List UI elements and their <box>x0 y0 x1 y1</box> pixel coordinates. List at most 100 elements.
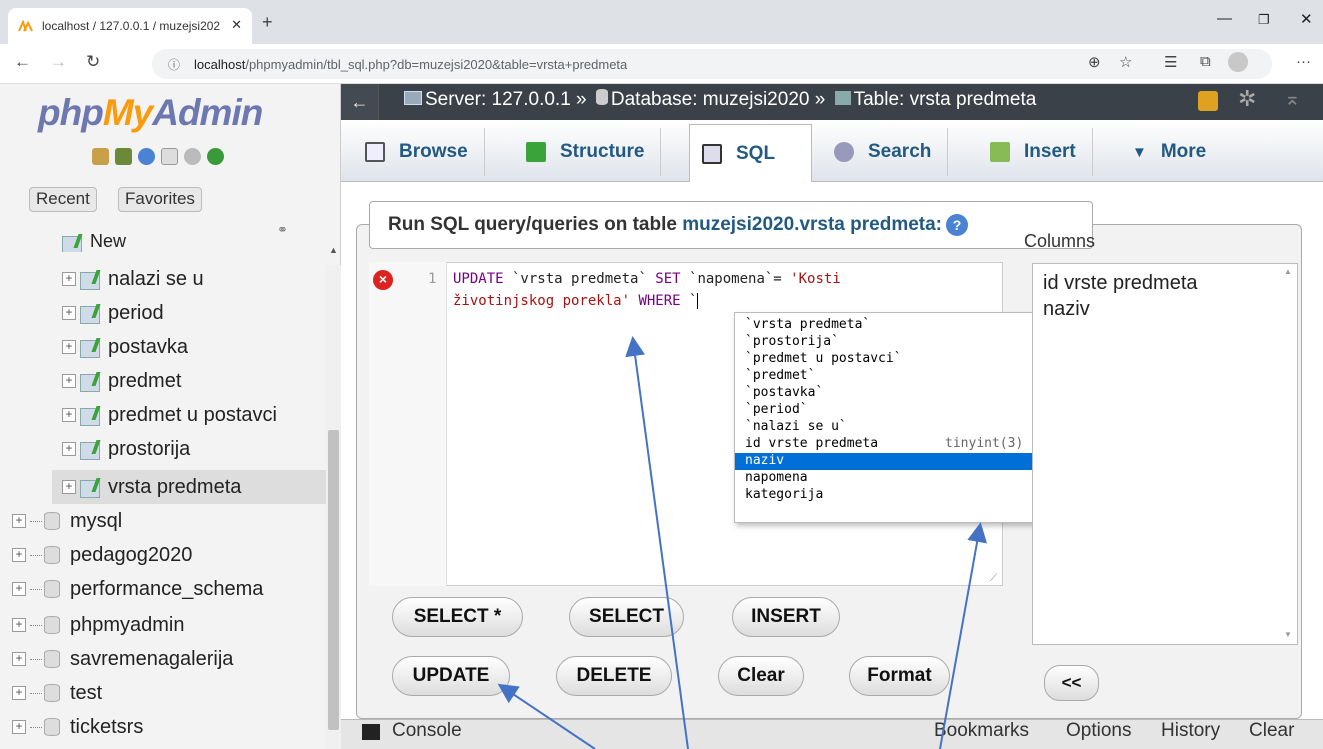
expand-icon[interactable]: + <box>12 582 26 596</box>
expand-icon[interactable]: + <box>62 272 76 286</box>
expand-icon[interactable]: + <box>12 618 26 632</box>
minimize-icon[interactable]: — <box>1217 10 1232 27</box>
expand-icon[interactable]: + <box>62 340 76 354</box>
sidebar-database-item[interactable]: + performance_schema <box>12 573 263 605</box>
tree-item-new-partial[interactable]: New <box>62 228 126 252</box>
recent-button[interactable]: Recent <box>29 187 97 212</box>
browser-tab[interactable]: localhost / 127.0.0.1 / muzejsi202 ✕ <box>8 8 252 44</box>
console-clear[interactable]: Clear <box>1249 720 1294 742</box>
link-chain-icon[interactable]: ⚭ <box>277 222 288 238</box>
tab-structure[interactable]: Structure <box>514 128 662 176</box>
zoom-icon[interactable]: ⊕ <box>1088 53 1101 71</box>
sidebar-table-item[interactable]: + predmet <box>62 365 181 397</box>
collections-icon[interactable]: ⧉ <box>1200 53 1211 70</box>
scroll-up-arrow-icon[interactable]: ▲ <box>1284 267 1292 276</box>
favorites-bar-icon[interactable]: ☰ <box>1164 53 1177 71</box>
reload-icon[interactable] <box>207 148 224 165</box>
tab-search[interactable]: Search <box>822 128 949 176</box>
console-bookmarks[interactable]: Bookmarks <box>934 720 1029 742</box>
settings-gear-icon[interactable]: ✲ <box>1238 86 1256 112</box>
expand-icon[interactable]: + <box>62 306 76 320</box>
line-number: 1 <box>428 271 437 287</box>
update-button[interactable]: UPDATE <box>392 656 510 696</box>
close-window-icon[interactable]: ✕ <box>1300 10 1313 28</box>
breadcrumb-table[interactable]: Table: vrsta predmeta <box>854 89 1037 110</box>
tab-browse[interactable]: Browse <box>353 128 485 176</box>
sidebar-database-item[interactable]: + mysql <box>12 505 122 537</box>
sidebar-scrollbar-thumb[interactable] <box>328 430 339 730</box>
help-icon[interactable]: ? <box>946 214 968 236</box>
phpmyadmin-logo[interactable]: phpMyAdmin <box>38 92 263 134</box>
console-options[interactable]: Options <box>1066 720 1131 742</box>
expand-icon[interactable]: + <box>12 548 26 562</box>
tab-insert[interactable]: Insert <box>978 128 1093 176</box>
expand-icon[interactable]: + <box>62 442 76 456</box>
scroll-down-arrow-icon[interactable]: ▼ <box>1284 630 1292 639</box>
sidebar-database-item[interactable]: + savremenagalerija <box>12 643 233 675</box>
collapse-top-icon[interactable]: ⌅ <box>1284 86 1301 111</box>
expand-icon[interactable]: + <box>62 480 76 494</box>
clear-button[interactable]: Clear <box>718 656 804 696</box>
sql-code-line[interactable]: životinjskog porekla' WHERE ` <box>453 293 699 309</box>
back-arrow-icon[interactable]: ← <box>14 52 31 72</box>
home-icon[interactable] <box>92 148 109 165</box>
console-toggle[interactable]: Console <box>392 720 462 742</box>
expand-icon[interactable]: + <box>62 408 76 422</box>
select-button[interactable]: SELECT <box>569 597 684 637</box>
breadcrumb-server[interactable]: Server: 127.0.0.1 » <box>425 89 587 110</box>
profile-avatar-icon[interactable] <box>1228 52 1248 72</box>
help-icon[interactable] <box>138 148 155 165</box>
table-icon <box>834 91 851 105</box>
sidebar-database-item[interactable]: + phpmyadmin <box>12 609 185 641</box>
expand-icon[interactable]: + <box>12 720 26 734</box>
format-button[interactable]: Format <box>849 656 950 696</box>
exit-icon[interactable] <box>115 148 132 165</box>
sidebar-database-item[interactable]: + ticketsrs <box>12 711 143 743</box>
tab-sql[interactable]: SQL <box>689 124 812 182</box>
sidebar-database-item[interactable]: + pedagog2020 <box>12 539 192 571</box>
new-tab-icon[interactable]: + <box>262 12 273 33</box>
console-icon[interactable] <box>362 724 380 740</box>
phpmyadmin-favicon-icon <box>18 19 34 32</box>
insert-button[interactable]: INSERT <box>732 597 840 637</box>
refresh-icon[interactable]: ↻ <box>86 52 100 72</box>
favorite-star-icon[interactable]: ☆ <box>1119 53 1132 71</box>
sidebar-table-item[interactable]: + postavka <box>62 331 188 363</box>
expand-icon[interactable]: + <box>12 514 26 528</box>
resize-handle-icon[interactable]: ⟋ <box>990 573 997 584</box>
expand-icon[interactable]: + <box>12 652 26 666</box>
console-history[interactable]: History <box>1161 720 1220 742</box>
select-star-button[interactable]: SELECT * <box>392 597 523 637</box>
sidebar-table-item[interactable]: + period <box>62 297 164 329</box>
sidebar-database-item[interactable]: + test <box>12 677 102 709</box>
columns-list[interactable]: id vrste predmeta naziv <box>1032 263 1298 645</box>
collapse-nav-arrow-icon[interactable]: ← <box>341 84 379 120</box>
breadcrumb-database[interactable]: Database: muzejsi2020 » <box>611 89 825 110</box>
restore-icon[interactable]: ❐ <box>1258 12 1270 28</box>
tab-more[interactable]: ▼ More <box>1120 128 1222 176</box>
collapse-columns-button[interactable]: << <box>1044 665 1099 701</box>
sidebar-table-item[interactable]: + predmet u postavci <box>62 399 277 431</box>
settings-gear-icon[interactable] <box>184 148 201 165</box>
scroll-up-arrow-icon[interactable]: ▲ <box>326 245 341 263</box>
url-field[interactable]: ⓘ localhost /phpmyadmin/tbl_sql.php?db=m… <box>152 49 1272 79</box>
expand-icon[interactable]: + <box>12 686 26 700</box>
delete-button[interactable]: DELETE <box>556 656 672 696</box>
lock-icon[interactable] <box>1198 91 1218 111</box>
close-tab-icon[interactable]: ✕ <box>231 17 242 33</box>
column-option[interactable]: id vrste predmeta <box>1043 272 1287 298</box>
forward-arrow-icon[interactable]: → <box>50 52 67 72</box>
sql-query-legend: Run SQL query/queries on table muzejsi20… <box>369 201 1093 249</box>
column-option[interactable]: naziv <box>1043 298 1287 324</box>
expand-icon[interactable]: + <box>62 374 76 388</box>
sql-code-line[interactable]: UPDATE `vrsta predmeta` SET `napomena`= … <box>453 271 841 287</box>
more-menu-icon[interactable]: ··· <box>1296 53 1311 70</box>
sidebar-table-item-selected[interactable]: + vrsta predmeta <box>62 471 241 503</box>
documentation-icon[interactable] <box>161 148 178 165</box>
sidebar-table-item[interactable]: + prostorija <box>62 433 190 465</box>
error-marker-icon[interactable]: × <box>373 270 393 290</box>
favorites-button[interactable]: Favorites <box>118 187 202 212</box>
server-icon <box>404 91 422 105</box>
sidebar-table-item[interactable]: + nalazi se u <box>62 263 204 295</box>
table-icon <box>80 478 100 498</box>
